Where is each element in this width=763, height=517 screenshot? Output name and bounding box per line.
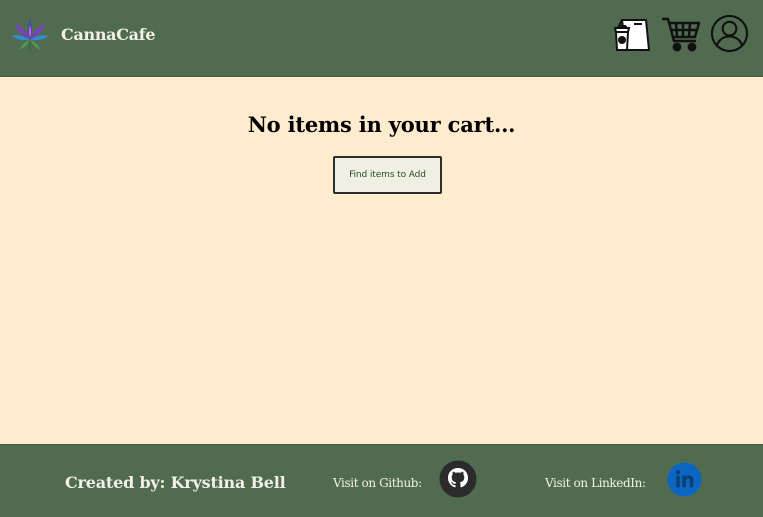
header: CannaCafe [0,0,763,77]
account-icon[interactable] [710,14,749,53]
coffee-bag-icon[interactable] [612,14,652,54]
cart-main: No items in your cart... Find items to A… [0,77,763,444]
linkedin-icon[interactable] [667,462,702,497]
empty-cart-message: No items in your cart... [247,112,516,137]
brand-name[interactable]: CannaCafe [61,25,156,44]
footer-credit: Created by: Krystina Bell [65,473,286,492]
find-items-button[interactable]: Find items to Add [333,156,442,194]
shopping-cart-icon[interactable] [660,14,702,54]
cannabis-leaf-logo[interactable] [11,17,49,55]
github-icon[interactable] [439,460,477,498]
linkedin-label: Visit on LinkedIn: [545,476,646,490]
github-label: Visit on Github: [333,476,422,490]
footer: Created by: Krystina Bell Visit on Githu… [0,444,763,517]
